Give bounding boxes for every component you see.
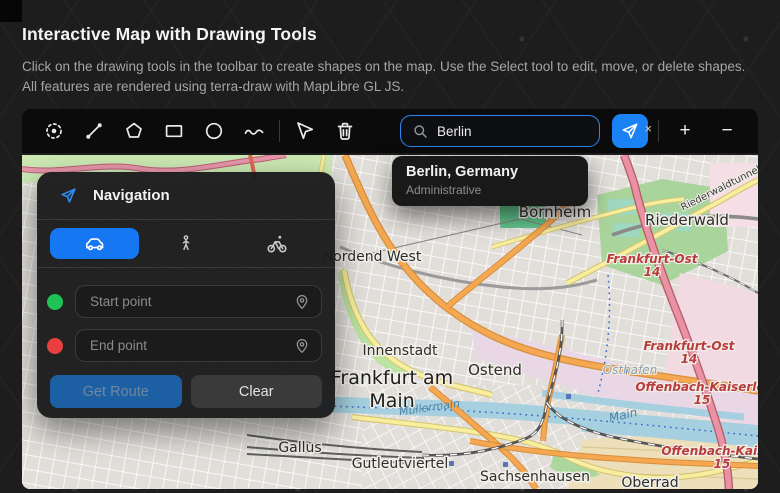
route-buttons-row: Get Route Clear	[37, 375, 335, 408]
circle-tool-button[interactable]	[198, 115, 230, 147]
map-label: Frankfurt am	[331, 367, 453, 389]
map-label: 14	[681, 352, 698, 366]
navigate-button[interactable]	[612, 114, 648, 148]
bike-icon	[265, 232, 289, 256]
end-dot	[47, 338, 63, 354]
line-tool-button[interactable]	[78, 115, 110, 147]
search-result-item[interactable]: Berlin, Germany Administrative	[392, 156, 588, 206]
end-field	[75, 329, 322, 362]
end-point-row	[37, 329, 335, 362]
map-label: 15	[694, 393, 711, 407]
toolbar-divider	[658, 120, 659, 142]
end-point-input[interactable]	[75, 329, 322, 362]
map-label: Frankfurt-Ost	[644, 339, 736, 353]
navigation-panel-title: Navigation	[93, 187, 170, 204]
freehand-icon	[242, 119, 266, 143]
search-result-title: Berlin, Germany	[406, 164, 574, 180]
search-input[interactable]	[400, 115, 600, 147]
search-result-subtitle: Administrative	[406, 183, 574, 197]
navigation-panel: Navigation	[37, 172, 335, 418]
start-dot	[47, 294, 63, 310]
mode-walk-button[interactable]	[141, 228, 230, 259]
cursor-icon	[293, 119, 317, 143]
navigate-button-wrap: ×	[612, 114, 648, 148]
point-icon	[42, 119, 66, 143]
polygon-icon	[122, 119, 146, 143]
rectangle-icon	[162, 119, 186, 143]
clear-button[interactable]: Clear	[191, 375, 323, 408]
map-toolbar: × + −	[22, 109, 758, 153]
page-subtitle: Click on the drawing tools in the toolba…	[22, 57, 752, 98]
point-tool-button[interactable]	[38, 115, 70, 147]
map-label: 15	[714, 457, 731, 471]
select-tool-button[interactable]	[289, 115, 321, 147]
zoom-out-button[interactable]: −	[710, 115, 744, 147]
map-canvas[interactable]: BornheimRiederwaldRiederwaldtunnelNorden…	[22, 155, 758, 489]
map-label: Gutleutviertel	[352, 456, 449, 472]
mode-car-button[interactable]	[50, 228, 139, 259]
map-label: Gallus	[278, 440, 321, 456]
polygon-tool-button[interactable]	[118, 115, 150, 147]
navigation-panel-header: Navigation	[37, 172, 335, 220]
send-icon	[59, 186, 78, 205]
search-box	[400, 115, 600, 147]
freehand-tool-button[interactable]	[238, 115, 270, 147]
clear-search-icon[interactable]: ×	[644, 122, 652, 135]
map-label: Nordend West	[323, 249, 422, 265]
page-title: Interactive Map with Drawing Tools	[22, 24, 317, 45]
walk-icon	[175, 233, 197, 255]
map-label: Oberrad	[621, 475, 678, 489]
corner-decoration	[0, 0, 22, 22]
car-icon	[83, 232, 107, 256]
start-point-row	[37, 285, 335, 318]
map-label: Frankfurt-Ost	[607, 252, 699, 266]
map-label: Riederwald	[645, 211, 729, 229]
zoom-in-button[interactable]: +	[668, 115, 702, 147]
start-field	[75, 285, 322, 318]
map-label: Sachsenhausen	[480, 469, 590, 485]
map-label: Ostend	[468, 361, 522, 379]
circle-icon	[202, 119, 226, 143]
toolbar-divider	[279, 120, 280, 142]
mode-bike-button[interactable]	[233, 228, 322, 259]
map-label: Innenstadt	[362, 343, 438, 359]
get-route-button[interactable]: Get Route	[50, 375, 182, 408]
send-icon	[620, 121, 640, 141]
trash-icon	[333, 119, 357, 143]
map-label: 14	[644, 265, 661, 279]
rectangle-tool-button[interactable]	[158, 115, 190, 147]
delete-tool-button[interactable]	[329, 115, 361, 147]
line-icon	[82, 119, 106, 143]
map-label: Offenbach-Kaiserlei	[635, 380, 758, 394]
map-label: Osthafen	[603, 363, 658, 377]
travel-mode-tabs	[37, 220, 335, 268]
map-label: Offenbach-Kaiserlei	[661, 444, 758, 458]
start-point-input[interactable]	[75, 285, 322, 318]
